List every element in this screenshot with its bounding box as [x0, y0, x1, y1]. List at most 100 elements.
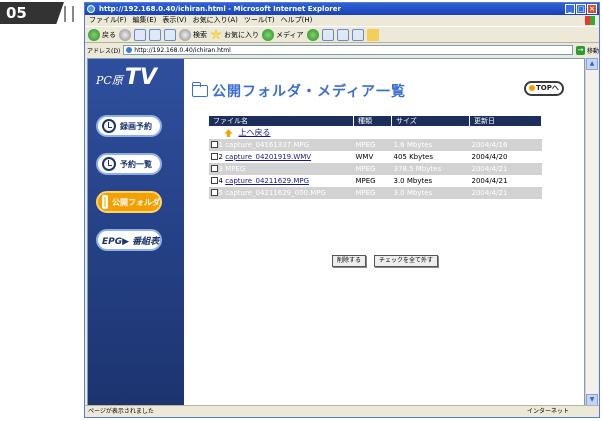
title-bar: http://192.168.0.40/ichiran.html - Micro…	[85, 3, 599, 15]
file-date: 2004/4/20	[471, 152, 508, 161]
menu-file[interactable]: ファイル(F)	[89, 15, 127, 26]
file-type: MPEG	[353, 186, 392, 199]
file-date: 2004/4/21	[469, 162, 542, 175]
site-logo[interactable]: PC原 TV	[96, 65, 157, 90]
minimize-button[interactable]: _	[565, 4, 575, 14]
file-date: 2004/4/16	[469, 138, 542, 151]
address-bar: アドレス(D) http://192.168.0.40/ichiran.html…	[85, 44, 599, 56]
file-size: 1.6 Mbytes	[391, 138, 470, 151]
favorites-button[interactable]: お気に入り	[210, 28, 259, 41]
row-number: 1	[218, 140, 223, 149]
file-link[interactable]: capture_04211629.MPG	[225, 177, 309, 185]
nav-label: 公開フォルダ	[112, 197, 160, 207]
table-header-row: ファイル名 種類 サイズ 更新日	[208, 115, 542, 127]
window-title: http://192.168.0.40/ichiran.html - Micro…	[99, 5, 341, 13]
row-checkbox[interactable]	[210, 189, 218, 196]
main-content: 公開フォルダ・メディア一覧 TOPへ ファイル名 種類 サイズ 更新日 上へ戻る	[184, 59, 584, 405]
nav-public-folder[interactable]: 公開フォルダ	[96, 191, 162, 213]
print-button[interactable]	[336, 28, 349, 41]
clock-icon	[102, 157, 116, 171]
search-button[interactable]: 検索	[179, 28, 207, 41]
nav-label: 予約一覧	[120, 159, 152, 169]
table-row: 5 capture_04211629_000.MPG MPEG 3.0 Mbytes…	[208, 186, 542, 199]
action-buttons: 削除する チェックを全て外す	[332, 255, 439, 267]
refresh-button[interactable]	[149, 28, 161, 41]
forward-button[interactable]	[119, 28, 131, 41]
menu-help[interactable]: ヘルプ(H)	[281, 15, 313, 26]
back-button[interactable]: 戻る	[88, 28, 116, 41]
address-input[interactable]: http://192.168.0.40/ichiran.html	[123, 45, 573, 55]
close-button[interactable]: ×	[587, 4, 597, 14]
media-button[interactable]: メディア	[262, 28, 304, 41]
column-header-type: 種類	[353, 115, 392, 127]
menu-tools[interactable]: ツール(T)	[244, 15, 275, 26]
folder-icon	[366, 28, 379, 41]
media-icon	[262, 28, 274, 41]
table-row: 4 capture_04211629.MPG MPEG 3.0 Mbytes 2004…	[209, 175, 542, 187]
file-link[interactable]: MPEG	[225, 165, 245, 173]
mail-button[interactable]	[321, 28, 334, 41]
up-arrow-icon	[224, 129, 233, 138]
go-button[interactable]: → 移動	[576, 45, 600, 55]
stop-button[interactable]	[134, 28, 146, 41]
go-arrow-icon: →	[576, 45, 585, 55]
delete-button[interactable]: 削除する	[332, 255, 367, 267]
file-date: 2004/4/21	[469, 186, 542, 199]
uncheck-all-button[interactable]: チェックを全て外す	[374, 255, 439, 267]
nav-epg-program-guide[interactable]: EPG▶ 番組表	[96, 229, 162, 251]
status-text: ページが表示されました	[88, 408, 154, 415]
page-header: 公開フォルダ・メディア一覧	[192, 81, 406, 101]
refresh-icon	[149, 28, 161, 41]
maximize-button[interactable]: □	[576, 4, 586, 14]
table-row: 2 capture_04201919.WMV WMV 405 Kbytes 2004/…	[209, 151, 542, 163]
history-button[interactable]	[306, 28, 319, 41]
favorites-label: お気に入り	[224, 30, 259, 39]
top-button[interactable]: TOPへ	[524, 81, 564, 96]
row-number: 4	[218, 176, 223, 185]
row-checkbox[interactable]	[210, 165, 218, 172]
step-badge: 05	[0, 2, 64, 24]
address-label: アドレス(D)	[87, 47, 121, 55]
media-label: メディア	[276, 30, 304, 39]
forward-arrow-icon	[119, 28, 131, 41]
star-icon	[210, 28, 222, 40]
page-title: 公開フォルダ・メディア一覧	[212, 84, 407, 100]
search-label: 検索	[193, 30, 207, 39]
row-checkbox[interactable]	[210, 141, 218, 148]
file-link[interactable]: capture_04161337.MPG	[225, 141, 309, 149]
table-row: 1 capture_04161337.MPG MPEG 1.6 Mbytes 2004…	[208, 138, 542, 151]
file-link[interactable]: capture_04201919.WMV	[225, 153, 311, 161]
nav-recording-reservation[interactable]: 録画予約	[96, 115, 162, 137]
menu-edit[interactable]: 編集(E)	[133, 15, 157, 26]
menu-bar: ファイル(F) 編集(E) 表示(V) お気に入り(A) ツール(T) ヘルプ(…	[85, 15, 599, 26]
folder-icon	[192, 82, 208, 97]
nav-label: 録画予約	[120, 121, 152, 131]
vertical-scrollbar[interactable]: ▲ ▼	[585, 58, 598, 406]
print-icon	[336, 28, 349, 41]
nav-reservation-list[interactable]: 予約一覧	[96, 153, 162, 175]
file-type: MPEG	[353, 162, 392, 175]
folder-button[interactable]	[366, 28, 379, 41]
home-icon	[164, 28, 176, 41]
file-type: MPEG	[353, 138, 392, 151]
windows-logo-icon	[585, 16, 595, 25]
go-label: 移動	[587, 47, 600, 55]
file-type: WMV	[355, 152, 374, 161]
edit-button[interactable]	[351, 28, 364, 41]
up-row: 上へ戻る	[209, 127, 542, 139]
mail-icon	[321, 28, 334, 41]
menu-favorites[interactable]: お気に入り(A)	[193, 15, 238, 26]
folder-icon	[102, 195, 108, 209]
history-icon	[306, 28, 319, 41]
step-divider	[64, 6, 74, 22]
site-sidebar: PC原 TV 録画予約 予約一覧 公開フォルダ EPG▶ 番組表	[88, 59, 184, 405]
home-button[interactable]	[164, 28, 176, 41]
scroll-up-icon[interactable]: ▲	[586, 58, 598, 70]
row-checkbox[interactable]	[210, 153, 218, 160]
row-checkbox[interactable]	[210, 177, 218, 184]
file-link[interactable]: capture_04211629_000.MPG	[225, 189, 326, 197]
menu-view[interactable]: 表示(V)	[162, 15, 186, 26]
toolbar: 戻る 検索 お気に入り メディア	[85, 26, 599, 43]
row-number: 3	[218, 164, 223, 173]
up-link[interactable]: 上へ戻る	[233, 128, 271, 137]
